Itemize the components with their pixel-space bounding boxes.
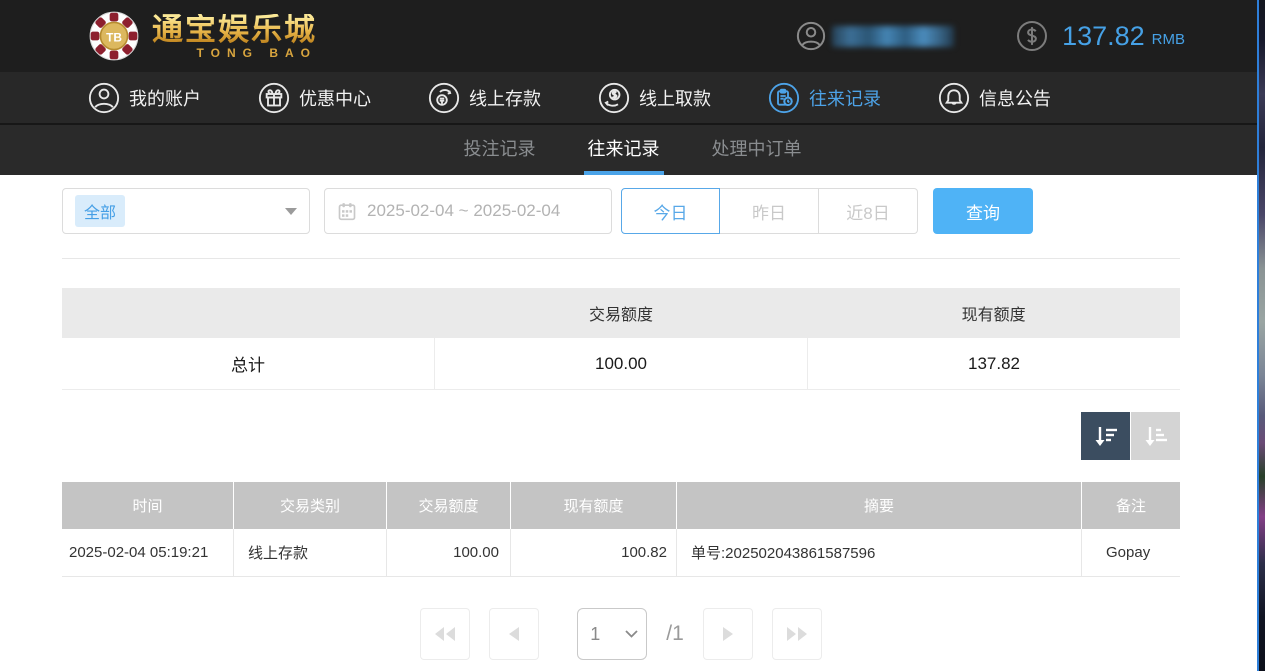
balance-display[interactable]: 137.82 RMB xyxy=(1016,20,1185,52)
summary-total-label: 总计 xyxy=(62,338,434,389)
search-button[interactable]: 查询 xyxy=(933,188,1033,234)
last-page-button[interactable] xyxy=(772,608,822,660)
cell-summary: 单号:202502043861587596 xyxy=(676,529,1081,576)
logo-subtitle: TONG BAO xyxy=(197,47,317,59)
summary-header-empty xyxy=(62,288,435,338)
sort-ascending-button[interactable] xyxy=(1131,412,1180,460)
page-select[interactable]: 1 xyxy=(577,608,647,660)
today-button[interactable]: 今日 xyxy=(621,188,720,234)
user-avatar-icon xyxy=(796,21,826,51)
bell-icon xyxy=(938,82,970,114)
nav-label: 信息公告 xyxy=(979,85,1051,111)
subtab-label: 处理中订单 xyxy=(712,135,802,161)
cell-note: Gopay xyxy=(1081,529,1180,576)
deposit-icon xyxy=(428,82,460,114)
table-row: 2025-02-04 05:19:21 线上存款 100.00 100.82 单… xyxy=(62,529,1180,577)
header-transaction-amount: 交易额度 xyxy=(386,482,510,529)
logo-title: 通宝娱乐城 xyxy=(152,14,317,45)
records-table-header: 时间 交易类别 交易额度 现有额度 摘要 备注 xyxy=(62,482,1180,529)
selected-type-token[interactable]: 全部 xyxy=(75,195,125,227)
date-range-input[interactable]: 2025-02-04 ~ 2025-02-04 xyxy=(324,188,612,234)
nav-label: 线上取款 xyxy=(639,85,711,111)
yesterday-button[interactable]: 昨日 xyxy=(720,188,819,234)
double-right-arrow-icon xyxy=(786,626,808,642)
tab-transaction-records[interactable]: 往来记录 xyxy=(584,125,664,175)
subtab-label: 往来记录 xyxy=(588,135,660,161)
first-page-button[interactable] xyxy=(420,608,470,660)
records-icon xyxy=(768,82,800,114)
transaction-type-select[interactable]: 全部 xyxy=(62,188,310,234)
total-pages-label: /1 xyxy=(666,622,684,646)
user-icon xyxy=(88,82,120,114)
header-note: 备注 xyxy=(1081,482,1180,529)
cell-current-amount: 100.82 xyxy=(510,529,676,576)
balance-amount: 137.82 xyxy=(1062,21,1145,52)
summary-total-transaction-amount: 100.00 xyxy=(434,338,807,389)
background-page-sliver xyxy=(1257,0,1265,671)
last-8-days-button[interactable]: 近8日 xyxy=(819,188,918,234)
pagination: 1 /1 xyxy=(62,608,1180,660)
nav-item-my-account[interactable]: 我的账户 xyxy=(88,82,201,114)
header-time: 时间 xyxy=(62,482,233,529)
next-page-button[interactable] xyxy=(703,608,753,660)
quick-date-group: 今日 昨日 近8日 xyxy=(621,188,918,234)
username-blurred[interactable] xyxy=(832,26,954,47)
filter-row: 全部 2025-02-04 ~ 2025-02-04 今日 昨日 xyxy=(62,188,1180,234)
coin-dollar-icon xyxy=(1016,20,1048,52)
sort-controls xyxy=(62,412,1180,460)
chevron-down-icon xyxy=(285,208,297,215)
header-current-amount: 现有额度 xyxy=(510,482,676,529)
top-bar: TB 通宝娱乐城 TONG BAO xyxy=(0,0,1265,72)
nav-item-promotions[interactable]: 优惠中心 xyxy=(258,82,371,114)
poker-chip-logo-icon: TB xyxy=(88,10,140,62)
record-subtabs: 投注记录 往来记录 处理中订单 xyxy=(0,125,1265,175)
subtab-label: 投注记录 xyxy=(464,135,536,161)
tab-pending-orders[interactable]: 处理中订单 xyxy=(708,125,806,175)
nav-label: 优惠中心 xyxy=(299,85,371,111)
summary-header-transaction-amount: 交易额度 xyxy=(435,288,808,338)
left-arrow-icon xyxy=(508,626,520,642)
transaction-records-page: TB 通宝娱乐城 TONG BAO xyxy=(0,0,1265,671)
summary-table: 交易额度 现有额度 总计 100.00 137.82 xyxy=(62,288,1180,390)
site-logo[interactable]: TB 通宝娱乐城 TONG BAO xyxy=(88,10,317,62)
logo-badge-text: TB xyxy=(106,30,122,44)
sort-descending-button[interactable] xyxy=(1081,412,1130,460)
balance-currency: RMB xyxy=(1152,31,1185,48)
withdraw-icon xyxy=(598,82,630,114)
main-nav: 我的账户 优惠中心 线上存款 xyxy=(0,72,1265,125)
nav-label: 线上存款 xyxy=(469,85,541,111)
nav-label: 往来记录 xyxy=(809,85,881,111)
header-summary: 摘要 xyxy=(676,482,1081,529)
cell-time: 2025-02-04 05:19:21 xyxy=(62,529,233,576)
summary-table-header: 交易额度 现有额度 xyxy=(62,288,1180,338)
nav-item-online-deposit[interactable]: 线上存款 xyxy=(428,82,541,114)
summary-header-current-amount: 现有额度 xyxy=(807,288,1180,338)
nav-item-transaction-records[interactable]: 往来记录 xyxy=(768,82,881,114)
nav-item-online-withdrawal[interactable]: 线上取款 xyxy=(598,82,711,114)
section-divider xyxy=(62,258,1180,259)
summary-total-current-amount: 137.82 xyxy=(807,338,1180,389)
sort-descending-icon xyxy=(1092,422,1120,450)
header-transaction-type: 交易类别 xyxy=(233,482,386,529)
double-left-arrow-icon xyxy=(434,626,456,642)
date-range-value: 2025-02-04 ~ 2025-02-04 xyxy=(367,201,560,221)
calendar-icon xyxy=(337,201,357,221)
tab-betting-records[interactable]: 投注记录 xyxy=(460,125,540,175)
nav-item-announcements[interactable]: 信息公告 xyxy=(938,82,1051,114)
content-area: 全部 2025-02-04 ~ 2025-02-04 今日 昨日 xyxy=(0,175,1265,660)
records-table: 时间 交易类别 交易额度 现有额度 摘要 备注 2025-02-04 05:19… xyxy=(62,482,1180,577)
cell-transaction-type: 线上存款 xyxy=(233,529,386,576)
right-arrow-icon xyxy=(722,626,734,642)
sort-ascending-icon xyxy=(1142,422,1170,450)
gift-icon xyxy=(258,82,290,114)
summary-total-row: 总计 100.00 137.82 xyxy=(62,338,1180,390)
cell-transaction-amount: 100.00 xyxy=(386,529,510,576)
previous-page-button[interactable] xyxy=(489,608,539,660)
nav-label: 我的账户 xyxy=(129,85,201,111)
account-summary: 137.82 RMB xyxy=(796,20,1185,52)
page-select-wrap: 1 xyxy=(577,608,647,660)
